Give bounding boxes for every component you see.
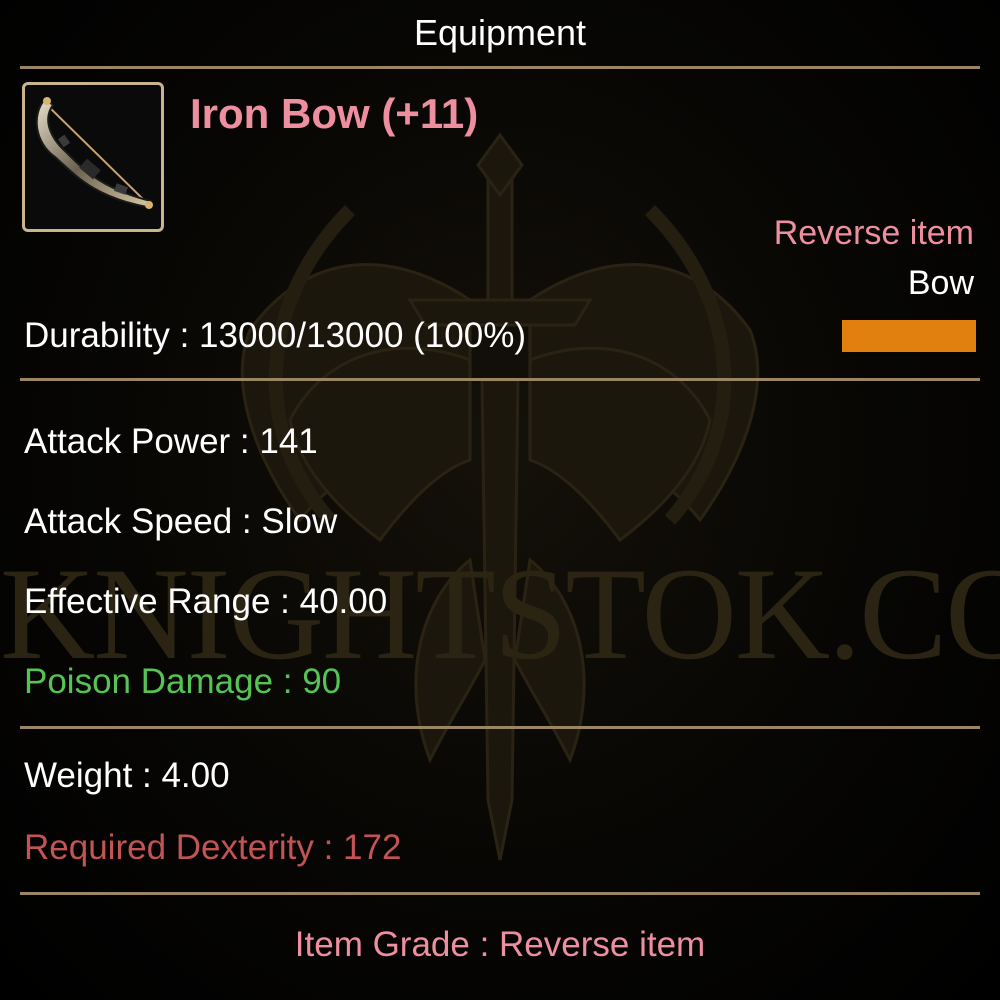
divider-top [20,66,980,69]
panel-title: Equipment [413,12,587,53]
item-grade: Item Grade : Reverse item [294,925,706,964]
item-name: Iron Bow (+11) [190,90,479,137]
divider-durability [20,378,980,381]
stat-weight: Weight : 4.00 [24,756,230,795]
item-kind-label: Bow [907,264,974,302]
stat-poison-damage: Poison Damage : 90 [24,662,342,701]
stat-attack-power: Attack Power : 141 [24,422,318,461]
durability-text: Durability : 13000/13000 (100%) [24,316,526,355]
divider-bottom [20,892,980,895]
item-type-label: Reverse item [773,214,974,252]
stat-attack-speed: Attack Speed : Slow [24,502,338,541]
stat-effective-range: Effective Range : 40.00 [24,582,388,621]
item-icon-slot [22,82,164,232]
divider-stats [20,726,980,729]
stat-required-dexterity: Required Dexterity : 172 [24,828,402,867]
durability-bar [842,320,976,352]
durability-bar-fill [842,320,976,352]
bow-icon [35,97,153,209]
item-tooltip-panel: KNIGHTSTOK.COM Equipment Iron Bo [0,0,1000,1000]
